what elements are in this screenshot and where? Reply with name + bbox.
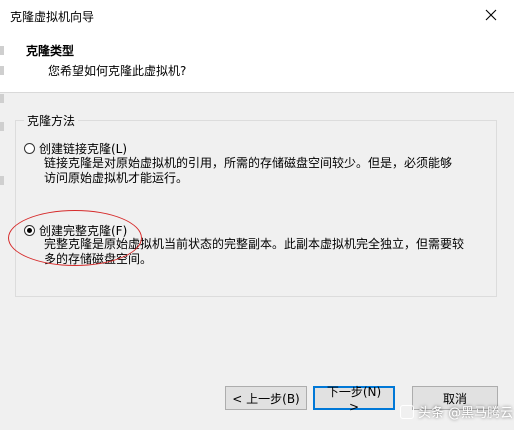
linked-clone-desc-line1: 链接克隆是对原始虚拟机的引用，所需的存储磁盘空间较少。但是，必须能够 [44,156,453,170]
linked-clone-label: 创建链接克隆(L) [39,142,128,156]
full-clone-radio[interactable] [24,225,35,236]
next-button[interactable]: 下一步(N) > [313,385,395,414]
full-clone-desc-line2: 多的存储磁盘空间。 [44,252,153,266]
back-button[interactable]: < 上一步(B) [225,386,307,410]
close-icon [485,9,497,21]
linked-clone-option[interactable]: 创建链接克隆(L) [24,140,127,157]
side-edge-marks [0,30,6,430]
wizard-header: 克隆类型 您希望如何克隆此虚拟机? [0,30,514,93]
full-clone-description: 完整克隆是原始虚拟机当前状态的完整副本。此副本虚拟机完全独立，但需要较 多的存储… [44,237,464,267]
linked-clone-desc-line2: 访问原始虚拟机才能运行。 [44,171,189,185]
header-title: 克隆类型 [26,44,75,58]
title-bar: 克隆虚拟机向导 [0,0,514,30]
linked-clone-radio[interactable] [24,143,35,154]
full-clone-desc-line1: 完整克隆是原始虚拟机当前状态的完整副本。此副本虚拟机完全独立，但需要较 [44,237,465,251]
clone-method-label: 克隆方法 [24,112,79,129]
watermark-logo-icon [400,404,414,419]
window-title: 克隆虚拟机向导 [10,10,95,24]
linked-clone-description: 链接克隆是对原始虚拟机的引用，所需的存储磁盘空间较少。但是，必须能够 访问原始虚… [44,156,464,186]
close-button[interactable] [468,0,514,30]
header-subtitle: 您希望如何克隆此虚拟机? [48,64,187,78]
watermark: 头条 @黑马腾云 [400,402,513,421]
watermark-text: 头条 @黑马腾云 [418,406,514,421]
